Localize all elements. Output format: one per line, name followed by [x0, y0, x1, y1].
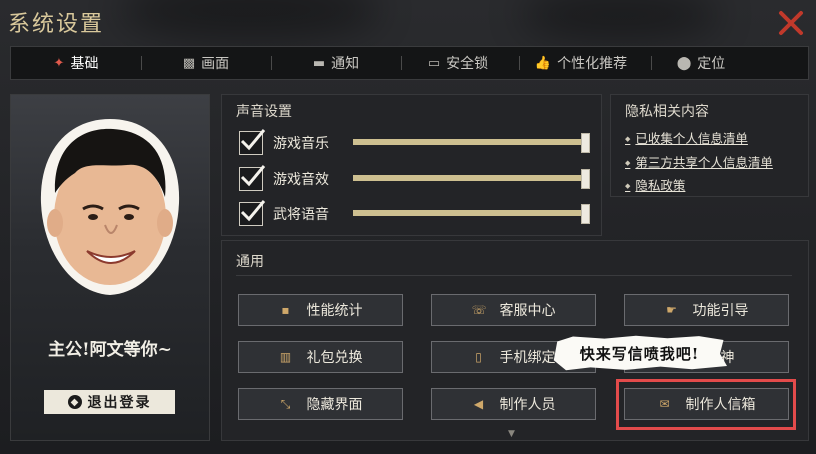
scroll-down-icon[interactable]: ▼ [508, 429, 515, 439]
phone-icon: ☏ [471, 303, 487, 317]
general-title: 通用 [236, 254, 264, 270]
tab-divider [401, 56, 402, 70]
hide-interface-button[interactable]: ⤡ 隐藏界面 [238, 388, 403, 420]
privacy-title: 隐私相关内容 [625, 104, 709, 120]
slider-handle[interactable] [581, 169, 590, 189]
voice-label: 武将语音 [273, 207, 329, 223]
performance-stats-button[interactable]: ▪ 性能统计 [238, 294, 403, 326]
divider [236, 275, 792, 276]
tab-notification[interactable]: ▬ 通知 [281, 47, 391, 79]
tab-label: 基础 [70, 56, 99, 72]
slider-handle[interactable] [581, 133, 590, 153]
envelope-icon: ✉ [659, 397, 670, 411]
effects-label: 游戏音效 [273, 172, 329, 188]
music-label: 游戏音乐 [273, 136, 329, 152]
logout-button[interactable]: ◆ 退出登录 [44, 390, 175, 414]
button-label: 性能统计 [306, 303, 363, 319]
sound-row-music: 游戏音乐 [239, 129, 599, 155]
gift-icon: ▥ [279, 350, 292, 364]
button-label: 制作人信箱 [685, 397, 756, 413]
music-checkbox[interactable] [239, 129, 266, 155]
effects-volume-slider[interactable] [353, 169, 590, 189]
avatar [35, 113, 185, 299]
tab-graphics[interactable]: ▩ 画面 [151, 47, 261, 79]
sound-settings-panel: 声音设置 游戏音乐 游戏音效 武将语音 [221, 94, 602, 236]
privacy-link-third-party[interactable]: 第三方共享个人信息清单 [625, 152, 773, 171]
button-label: 客服中心 [499, 303, 556, 319]
window-title: 系统设置 [8, 12, 105, 37]
button-label: 手机绑定 [499, 350, 556, 366]
megaphone-icon: ◀ [473, 397, 484, 411]
voice-volume-slider[interactable] [353, 204, 590, 224]
button-label: 功能引导 [692, 303, 749, 319]
tab-label: 通知 [331, 56, 360, 72]
tab-label: 定位 [697, 56, 726, 72]
producer-mailbox-button[interactable]: ✉ 制作人信箱 [624, 388, 789, 420]
thumbs-up-icon: 👍 [534, 55, 552, 71]
tab-security-lock[interactable]: ▭ 安全锁 [403, 47, 513, 79]
tab-label: 个性化推荐 [557, 56, 628, 72]
tab-label: 安全锁 [446, 56, 489, 72]
tab-divider [271, 56, 272, 70]
feature-guide-button[interactable]: ☛ 功能引导 [624, 294, 789, 326]
gear-flame-icon: ✦ [53, 55, 65, 71]
sound-row-effects: 游戏音效 [239, 165, 599, 191]
logout-label: 退出登录 [87, 395, 152, 411]
tab-label: 画面 [201, 56, 230, 72]
privacy-link-policy[interactable]: 隐私政策 [625, 175, 685, 194]
ink-decoration [120, 0, 380, 40]
expand-arrows-icon: ⤡ [280, 396, 291, 411]
button-label: 隐藏界面 [306, 397, 363, 413]
tab-bar: ✦ 基础 ▩ 画面 ▬ 通知 ▭ 安全锁 👍 个性化推荐 ⬤ 定位 [10, 46, 809, 80]
privacy-panel: 隐私相关内容 已收集个人信息清单 第三方共享个人信息清单 隐私政策 [610, 94, 809, 197]
profile-panel: 主公!阿文等你~ ◆ 退出登录 [10, 94, 210, 441]
profile-caption: 主公!阿文等你~ [48, 340, 172, 360]
credits-button[interactable]: ◀ 制作人员 [431, 388, 596, 420]
effects-checkbox[interactable] [239, 165, 266, 191]
button-label: 制作人员 [499, 397, 556, 413]
gift-redeem-button[interactable]: ▥ 礼包兑换 [238, 341, 403, 373]
keyboard-lock-icon: ▭ [427, 55, 441, 71]
voice-checkbox[interactable] [239, 200, 266, 226]
picture-icon: ▩ [182, 55, 196, 71]
slider-handle[interactable] [581, 204, 590, 224]
sound-row-voice: 武将语音 [239, 200, 599, 226]
speech-bubble: 快来写信喷我吧! [553, 335, 727, 371]
slider-fill [353, 139, 585, 145]
slider-fill [353, 210, 585, 216]
tab-divider [651, 56, 652, 70]
pointer-hand-icon: ☛ [666, 303, 677, 317]
tab-basic[interactable]: ✦ 基础 [21, 47, 131, 79]
close-icon[interactable] [776, 8, 806, 38]
music-volume-slider[interactable] [353, 133, 590, 153]
checkmark-icon [240, 165, 266, 187]
tab-personalized-recommendation[interactable]: 👍 个性化推荐 [511, 47, 651, 79]
sound-settings-title: 声音设置 [236, 104, 292, 120]
tab-location[interactable]: ⬤ 定位 [656, 47, 746, 79]
chat-dots-icon: ▪ [281, 303, 290, 317]
customer-service-button[interactable]: ☏ 客服中心 [431, 294, 596, 326]
checkmark-icon [240, 129, 266, 151]
checkmark-icon [240, 200, 266, 222]
ink-decoration [520, 0, 720, 40]
tab-divider [141, 56, 142, 70]
slider-fill [353, 175, 585, 181]
button-label: 礼包兑换 [306, 350, 363, 366]
chat-bubble-icon: ▬ [312, 55, 326, 71]
mobile-phone-icon: ▯ [475, 350, 482, 364]
location-pin-icon: ⬤ [676, 55, 692, 71]
logout-icon: ◆ [67, 395, 82, 409]
privacy-link-collected-info[interactable]: 已收集个人信息清单 [625, 128, 748, 147]
